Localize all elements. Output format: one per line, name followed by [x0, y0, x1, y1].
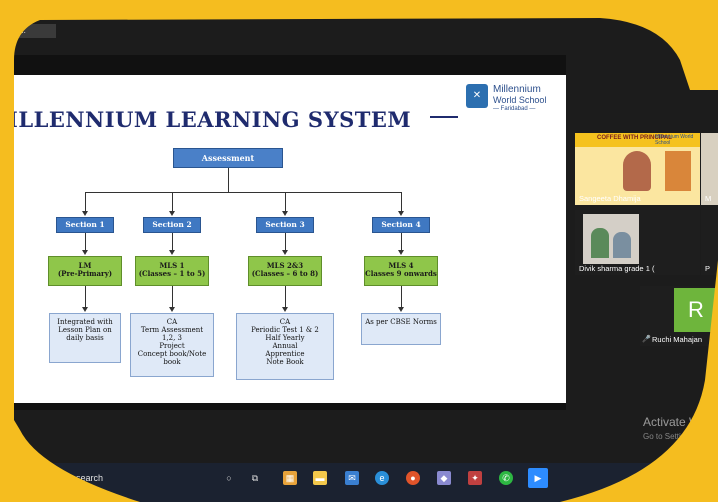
yellow-frame [0, 0, 718, 502]
screen: eting ding... ILLENNIUM LEARNING SYSTEM … [0, 0, 718, 502]
